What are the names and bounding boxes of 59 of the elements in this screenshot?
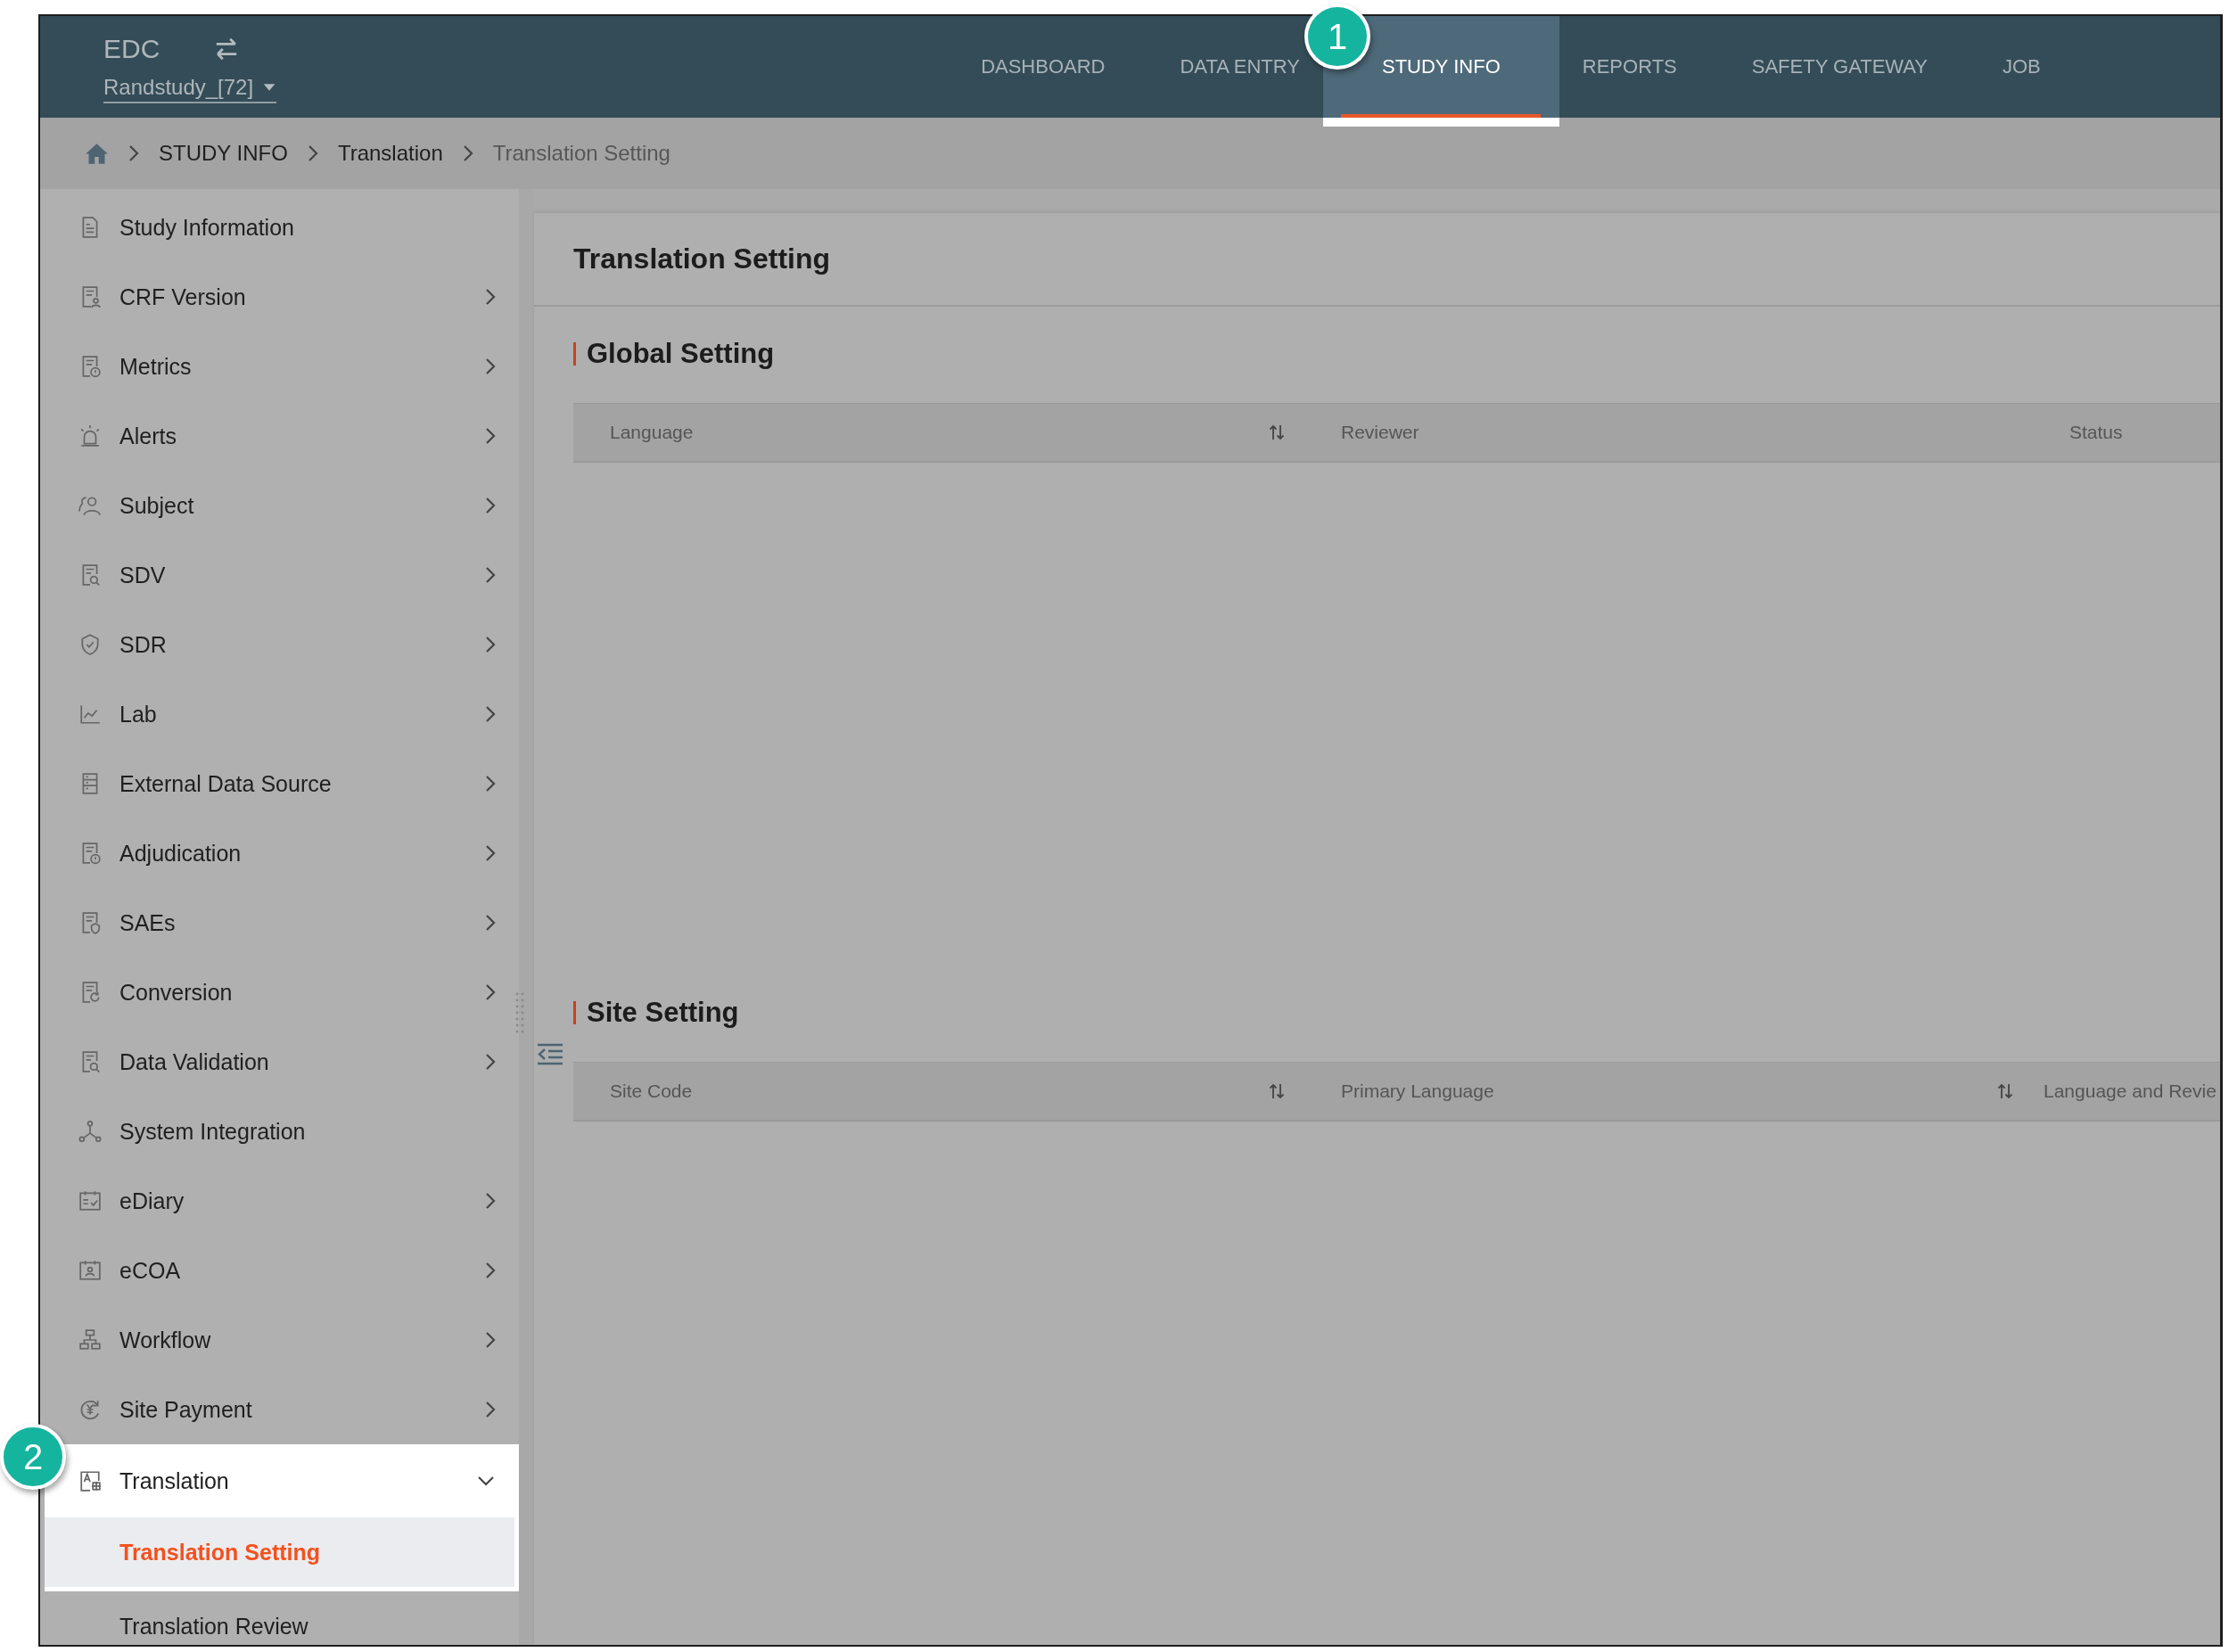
- alarm-icon: [78, 424, 102, 448]
- sidebar-item[interactable]: External Data Source: [40, 749, 519, 818]
- hierarchy-icon: [78, 1328, 102, 1352]
- sidebar-item[interactable]: Adjudication: [40, 818, 519, 888]
- page-title: Translation Setting: [534, 213, 2220, 307]
- sidebar-item[interactable]: Subject: [40, 471, 519, 540]
- sidebar-item[interactable]: SAEs: [40, 888, 519, 958]
- sidebar-item[interactable]: SDV: [40, 540, 519, 610]
- sidebar-item[interactable]: Translation: [71, 1444, 514, 1517]
- sidebar-item[interactable]: eCOA: [40, 1236, 519, 1305]
- column-header: Reviewer: [1341, 422, 1419, 443]
- sidebar-item[interactable]: Lab: [40, 679, 519, 749]
- sort-icon[interactable]: [1997, 1081, 2013, 1101]
- line-chart-icon: [78, 703, 102, 726]
- column-header: Site Code: [610, 1081, 693, 1102]
- calendar-check-icon: [78, 1189, 102, 1212]
- breadcrumb-link[interactable]: STUDY INFO: [159, 141, 288, 166]
- chevron-right-icon: [462, 144, 473, 162]
- calendar-person-icon: [78, 1259, 102, 1282]
- sort-icon[interactable]: [1269, 423, 1285, 442]
- sidebar-item[interactable]: Data Validation: [40, 1027, 519, 1097]
- sidebar-item[interactable]: eDiary: [40, 1166, 519, 1236]
- person-icon: [78, 494, 102, 517]
- sidebar-item[interactable]: Study Information: [40, 193, 519, 262]
- column-header: Language and Revie: [2044, 1081, 2217, 1102]
- sidebar-item[interactable]: Workflow: [40, 1305, 519, 1375]
- translate-icon: [78, 1469, 102, 1492]
- column-header: Status: [2069, 422, 2123, 443]
- column-header: Language: [610, 422, 694, 443]
- accent-bar: [573, 342, 576, 366]
- app-name: EDC: [103, 34, 160, 64]
- chevron-right-icon: [128, 144, 139, 162]
- network-icon: [78, 1120, 102, 1143]
- sidebar-item[interactable]: Alerts: [40, 401, 519, 471]
- nav-tab[interactable]: REPORTS: [1580, 16, 1679, 118]
- sidebar-item[interactable]: Metrics: [40, 332, 519, 401]
- sidebar-item[interactable]: CRF Version: [40, 262, 519, 332]
- sort-icon[interactable]: [1269, 1081, 1285, 1101]
- home-icon[interactable]: [85, 142, 109, 165]
- shield-check-icon: [78, 633, 102, 656]
- sidebar-item[interactable]: System Integration: [40, 1097, 519, 1166]
- accent-bar: [573, 1001, 576, 1024]
- study-dropdown[interactable]: Randstudy_[72]: [103, 75, 277, 103]
- nav-tab[interactable]: DASHBOARD: [979, 16, 1107, 118]
- breadcrumb-current: Translation Setting: [492, 141, 670, 166]
- sidebar-subitem[interactable]: Translation Review: [40, 1591, 519, 1645]
- sidebar-item[interactable]: SDR: [40, 610, 519, 679]
- nav-tab[interactable]: SAFETY GATEWAY: [1749, 16, 1929, 118]
- nav-tab[interactable]: DATA ENTRY: [1178, 16, 1302, 118]
- breadcrumb-link[interactable]: Translation: [337, 141, 443, 166]
- nav-tab[interactable]: JOB: [2000, 16, 2043, 118]
- currency-cycle-icon: [78, 1398, 102, 1421]
- column-header: Primary Language: [1341, 1081, 1494, 1102]
- caret-icon: [262, 83, 277, 92]
- collapse-sidebar-icon[interactable]: [536, 1042, 564, 1067]
- sidebar-item[interactable]: Conversion: [40, 958, 519, 1027]
- section-title: Global Setting: [587, 338, 775, 370]
- section-title: Site Setting: [587, 997, 739, 1029]
- chevron-right-icon: [307, 144, 318, 162]
